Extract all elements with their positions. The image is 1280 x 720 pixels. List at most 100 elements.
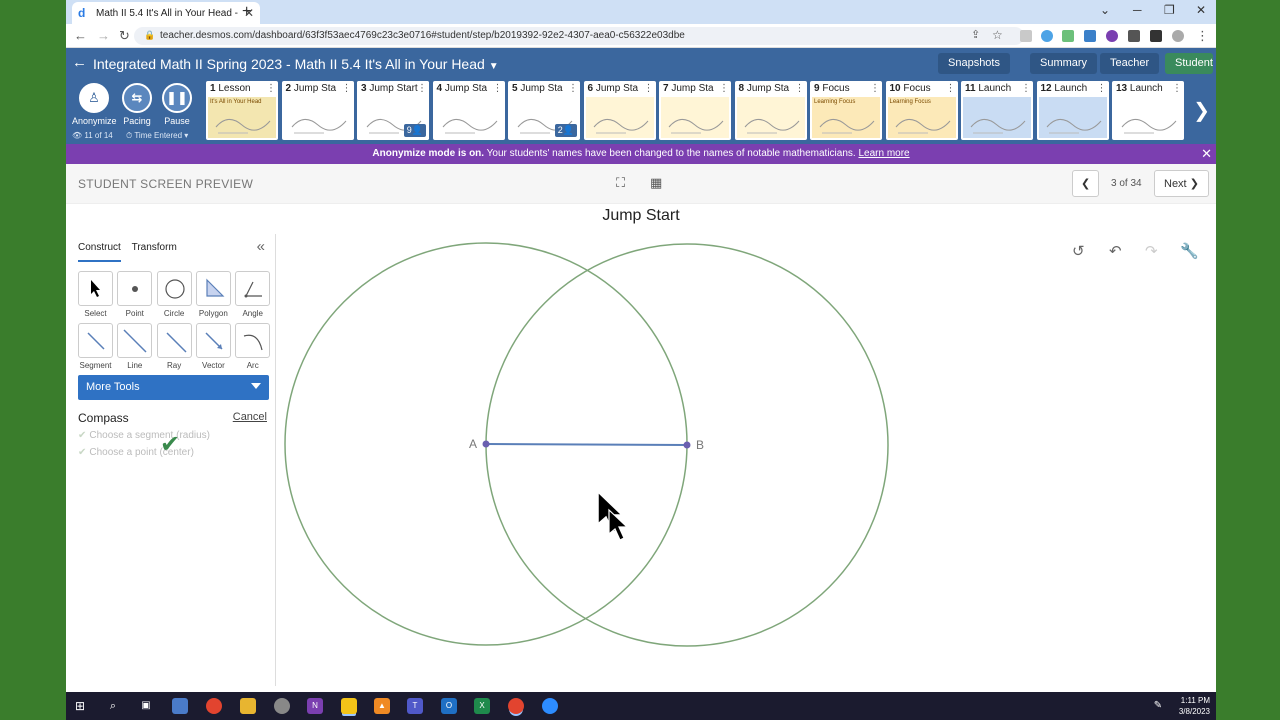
kebab-icon[interactable]: ⋮ [1097,83,1107,94]
tool-button[interactable] [78,323,113,358]
tool-button[interactable] [78,271,113,306]
tool-button[interactable] [195,323,231,358]
kebab-icon[interactable]: ⋮ [795,83,805,94]
screen-thumbnail[interactable]: 5 Jump Sta ⋮ 2👤 [508,81,580,140]
kebab-icon[interactable]: ⋮ [946,83,956,94]
screen-thumbnail[interactable]: 12 Launch ⋮ [1036,81,1109,140]
activity-title[interactable]: Integrated Math II Spring 2023 - Math II… [93,56,499,72]
tool-button[interactable] [117,323,153,358]
zoom-icon[interactable] [542,698,558,714]
calculator-icon[interactable]: ▦ [650,175,662,191]
menu-kebab-icon[interactable]: ⋮ [1196,28,1209,44]
back-arrow-icon[interactable]: ← [72,54,87,71]
tab-search-icon[interactable]: ⌄ [1100,3,1110,17]
task-view-icon[interactable]: ▣ [138,698,154,714]
screen-thumbnail[interactable]: 9 Focus ⋮ Learning Focus [810,81,882,140]
anonymize-button[interactable]: ♙ Anonymize [72,83,117,126]
cancel-link[interactable]: Cancel [233,411,267,423]
excel-icon[interactable]: X [474,698,490,714]
wrench-icon[interactable]: 🔧 [1180,242,1199,260]
chrome-active-icon[interactable] [508,698,524,714]
back-icon[interactable]: ← [74,28,87,43]
outlook-icon[interactable]: O [441,698,457,714]
geometry-canvas[interactable]: A B ↺ ↶ ↷ 🔧 [277,234,1212,686]
pause-button[interactable]: ❚❚ Pause [157,83,197,126]
kebab-icon[interactable]: ⋮ [342,83,352,94]
tool-arc[interactable]: Arc [235,323,271,370]
tab-construct[interactable]: Construct [78,242,121,262]
tool-button[interactable] [156,271,192,306]
tool-select[interactable]: Select [78,271,113,318]
point-a[interactable] [482,440,490,448]
tool-line[interactable]: Line [117,323,153,370]
tool-vector[interactable]: Vector [195,323,231,370]
kebab-icon[interactable]: ⋮ [1172,83,1182,94]
tool-angle[interactable]: Angle [235,271,271,318]
screen-thumbnail[interactable]: 1 Lesson ⋮ It's All in Your Head [206,81,278,140]
vlc-icon[interactable]: ▲ [374,698,390,714]
extension-icon[interactable] [1084,30,1096,42]
puzzle-icon[interactable] [1128,30,1140,42]
tool-ray[interactable]: Ray [156,323,192,370]
scroll-right-icon[interactable]: ❯ [1193,98,1210,123]
sidebar-icon[interactable] [1150,30,1162,42]
pacing-button[interactable]: ⇆ Pacing [117,83,157,126]
maximize-icon[interactable]: ❐ [1164,3,1175,17]
sticky-notes-icon[interactable] [341,698,357,714]
collapse-panel-icon[interactable]: « [257,238,265,255]
url-field[interactable]: 🔒 teacher.desmos.com/dashboard/63f3f53ae… [134,27,1024,45]
search-icon[interactable]: ⌕ [105,698,121,714]
screen-thumbnail[interactable]: 8 Jump Sta ⋮ [734,81,807,140]
bookmark-star-icon[interactable]: ☆ [992,28,1003,42]
minimize-icon[interactable]: ─ [1133,3,1142,17]
tool-button[interactable] [235,323,271,358]
share-icon[interactable]: ⇪ [971,28,980,41]
tool-segment[interactable]: Segment [78,323,113,370]
system-clock[interactable]: 1:11 PM 3/8/2023 [1179,695,1210,717]
fullscreen-icon[interactable]: ⛶ [616,175,625,191]
pen-icon[interactable]: ✎ [1150,698,1166,714]
screen-thumbnail[interactable]: 3 Jump Start ⋮ 9👤 [357,81,429,140]
tool-point[interactable]: Point [117,271,153,318]
kebab-icon[interactable]: ⋮ [719,83,729,94]
tool-button[interactable] [156,323,192,358]
kebab-icon[interactable]: ⋮ [644,83,654,94]
snapshots-button[interactable]: Snapshots [938,53,1010,74]
tab-transform[interactable]: Transform [132,242,177,260]
undo-icon[interactable]: ↶ [1109,242,1122,260]
screen-thumbnail[interactable]: 6 Jump Sta ⋮ [583,81,656,140]
tool-circle[interactable]: Circle [156,271,192,318]
chrome-icon[interactable] [206,698,222,714]
point-b[interactable] [683,441,691,449]
kebab-icon[interactable]: ⋮ [266,83,276,94]
kebab-icon[interactable]: ⋮ [568,83,578,94]
kebab-icon[interactable]: ⋮ [417,83,427,94]
onenote-icon[interactable]: N [307,698,323,714]
app-icon[interactable] [274,698,290,714]
tool-polygon[interactable]: Polygon [195,271,231,318]
screen-thumbnail[interactable]: 2 Jump Sta ⋮ [281,81,354,140]
previous-button[interactable]: ❮ [1072,170,1099,197]
forward-icon[interactable]: → [97,28,110,43]
windows-start-icon[interactable]: ⊞ [72,698,88,714]
learn-more-link[interactable]: Learn more [858,148,909,159]
browser-tab[interactable]: d Math II 5.4 It's All in Your Head - ✕ [72,2,260,24]
screen-thumbnail[interactable]: 10 Focus ⋮ Learning Focus [885,81,958,140]
student-button[interactable]: Student [1165,53,1213,74]
kebab-icon[interactable]: ⋮ [1021,83,1031,94]
profile-avatar[interactable] [1172,30,1184,42]
sort-dropdown[interactable]: ⏱ Time Entered ▾ [126,131,188,141]
summary-button[interactable]: Summary [1030,53,1098,74]
extension-icon[interactable] [1062,30,1074,42]
kebab-icon[interactable]: ⋮ [870,83,880,94]
construction-svg[interactable]: A B [277,234,1212,686]
close-banner-icon[interactable]: ✕ [1201,146,1212,162]
next-button[interactable]: Next ❯ [1154,170,1209,197]
calculator-app-icon[interactable] [172,698,188,714]
screen-thumbnail[interactable]: 13 Launch ⋮ [1112,81,1184,140]
teacher-button[interactable]: Teacher [1100,53,1160,74]
kebab-icon[interactable]: ⋮ [493,83,503,94]
file-explorer-icon[interactable] [240,698,256,714]
extension-icon[interactable] [1041,30,1053,42]
segment-ab[interactable] [485,443,688,446]
